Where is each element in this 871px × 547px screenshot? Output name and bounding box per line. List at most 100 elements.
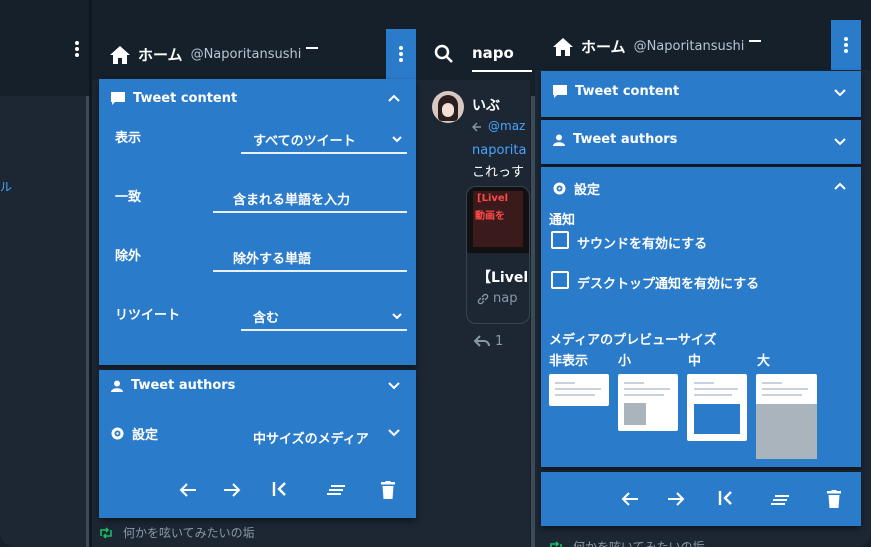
- size-option-medium[interactable]: [687, 374, 747, 441]
- minimize-icon[interactable]: [306, 47, 318, 49]
- size-option-large[interactable]: [756, 374, 817, 459]
- comment-icon: [111, 92, 125, 105]
- preview-thumbnail: [694, 404, 740, 434]
- chevron-down-icon[interactable]: [387, 379, 401, 393]
- column-header[interactable]: ホーム @Naporitansushi: [110, 44, 301, 65]
- compose-bar[interactable]: 何かを呟いてみたいの垢: [549, 538, 705, 547]
- column-header[interactable]: ホーム @Naporitansushi: [553, 36, 744, 57]
- reply-to-handle[interactable]: @maz: [488, 119, 525, 133]
- sort-lines-icon[interactable]: [771, 494, 789, 506]
- more-vertical-icon: [399, 46, 403, 62]
- scrollbar[interactable]: [86, 96, 89, 547]
- column-settings-button[interactable]: [386, 29, 416, 79]
- chevron-down-icon: [392, 313, 402, 320]
- chevron-down-icon[interactable]: [833, 86, 847, 100]
- media-preview-heading: メディアのプレビューサイズ: [549, 333, 717, 348]
- column-menu-button[interactable]: [62, 24, 92, 74]
- compose-bar[interactable]: 何かを呟いてみたいの垢: [99, 524, 255, 541]
- reply-arrow-icon: [472, 122, 481, 132]
- settings-header[interactable]: 設定: [111, 424, 158, 443]
- minimize-icon[interactable]: [749, 40, 761, 42]
- lower-sections: Tweet authors 設定 中サイズのメディア: [99, 370, 416, 518]
- retweet-label: リツイート: [115, 308, 181, 323]
- notification-heading: 通知: [549, 213, 576, 228]
- search-icon[interactable]: [434, 44, 454, 64]
- tweet-authors-section[interactable]: Tweet authors: [541, 120, 861, 164]
- size-label-small: 小: [618, 354, 632, 369]
- size-option-none[interactable]: [549, 374, 609, 406]
- desktop-label[interactable]: デスクトップ通知を有効にする: [577, 273, 759, 292]
- arrow-right-icon[interactable]: [223, 482, 241, 498]
- tweet-content-section: Tweet content 表示 すべてのツイート 一致 含まれる単語を入力 除…: [99, 79, 416, 365]
- sound-label[interactable]: サウンドを有効にする: [577, 233, 707, 252]
- column-left-partial: ル: [0, 0, 89, 547]
- tweet-link[interactable]: naporita: [472, 143, 526, 158]
- home-icon: [110, 45, 130, 64]
- size-label-large: 大: [757, 354, 771, 369]
- chevron-down-icon[interactable]: [833, 135, 847, 149]
- card-domain: nap: [493, 291, 518, 306]
- reply-count: 1: [495, 334, 504, 349]
- column-home-right: ホーム @Naporitansushi Tweet content Tweet …: [535, 0, 871, 547]
- chevron-down-icon[interactable]: [387, 426, 401, 440]
- arrow-right-icon[interactable]: [667, 491, 685, 507]
- arrow-left-icon[interactable]: [621, 491, 639, 507]
- tweet-authors-header[interactable]: Tweet authors: [111, 378, 235, 393]
- more-vertical-icon: [844, 37, 848, 53]
- size-label-medium: 中: [688, 354, 702, 369]
- chevron-up-icon[interactable]: [387, 91, 401, 105]
- card-thumbnail: [Livel 動画を: [467, 187, 529, 253]
- retweet-select[interactable]: 含む: [241, 303, 407, 331]
- move-first-icon[interactable]: [717, 490, 735, 506]
- tweet-author[interactable]: いぶ: [472, 95, 500, 115]
- gear-icon: [111, 427, 124, 440]
- arrow-left-icon[interactable]: [179, 482, 197, 498]
- display-select[interactable]: すべてのツイート: [241, 126, 407, 154]
- more-vertical-icon: [75, 41, 79, 57]
- retweet-icon: [550, 540, 562, 547]
- column-handle: @Naporitansushi: [190, 47, 302, 62]
- settings-section: 設定 通知 サウンドを有効にする デスクトップ通知を有効にする メディアのプレビ…: [541, 167, 861, 467]
- gear-icon: [553, 182, 566, 195]
- app-window: ル ホーム @Naporitansushi Tweet content 表示 す…: [0, 0, 871, 547]
- reply-icon[interactable]: [474, 334, 490, 348]
- move-first-icon[interactable]: [271, 481, 289, 497]
- size-option-small[interactable]: [618, 374, 678, 431]
- user-icon: [553, 134, 565, 146]
- link-card[interactable]: [Livel 動画を 【Livel nap: [466, 186, 530, 324]
- column-search: napo いぶ @maz naporita これっす [Livel 動画を 【L…: [422, 0, 535, 547]
- preview-thumbnail: [756, 404, 817, 459]
- avatar[interactable]: [432, 91, 464, 123]
- side-fragment-text: ル: [0, 180, 13, 194]
- search-tab[interactable]: napo: [472, 44, 532, 72]
- sound-checkbox[interactable]: [551, 231, 569, 249]
- sort-lines-icon[interactable]: [327, 484, 345, 496]
- user-icon: [111, 380, 123, 392]
- column-title: ホーム: [138, 46, 183, 64]
- match-label: 一致: [115, 190, 142, 205]
- display-label: 表示: [115, 131, 142, 146]
- card-title: 【Livel: [477, 270, 529, 286]
- match-input[interactable]: 含まれる単語を入力: [213, 185, 407, 213]
- preview-thumbnail: [624, 403, 646, 425]
- tweet-content-header[interactable]: Tweet content: [111, 91, 237, 106]
- column-home-left: ホーム @Naporitansushi Tweet content 表示 すべて…: [92, 0, 422, 547]
- column-handle: @Naporitansushi: [633, 39, 745, 54]
- column-toolbar: [541, 472, 861, 526]
- trash-icon[interactable]: [381, 481, 395, 499]
- exclude-input[interactable]: 除外する単語: [213, 244, 407, 272]
- tweet-content-section[interactable]: Tweet content: [541, 71, 861, 117]
- tweet-body: これっす: [472, 165, 525, 180]
- link-icon: [477, 293, 489, 305]
- column-title: ホーム: [581, 38, 626, 56]
- column-settings-button[interactable]: [831, 20, 861, 70]
- size-label-none: 非表示: [549, 354, 589, 369]
- settings-summary: 中サイズのメディア: [253, 432, 369, 447]
- home-icon: [553, 37, 573, 56]
- chevron-down-icon: [392, 136, 402, 143]
- trash-icon[interactable]: [827, 490, 841, 508]
- settings-header[interactable]: 設定: [553, 179, 600, 198]
- retweet-icon: [100, 526, 112, 539]
- desktop-checkbox[interactable]: [551, 271, 569, 289]
- chevron-up-icon[interactable]: [833, 179, 847, 193]
